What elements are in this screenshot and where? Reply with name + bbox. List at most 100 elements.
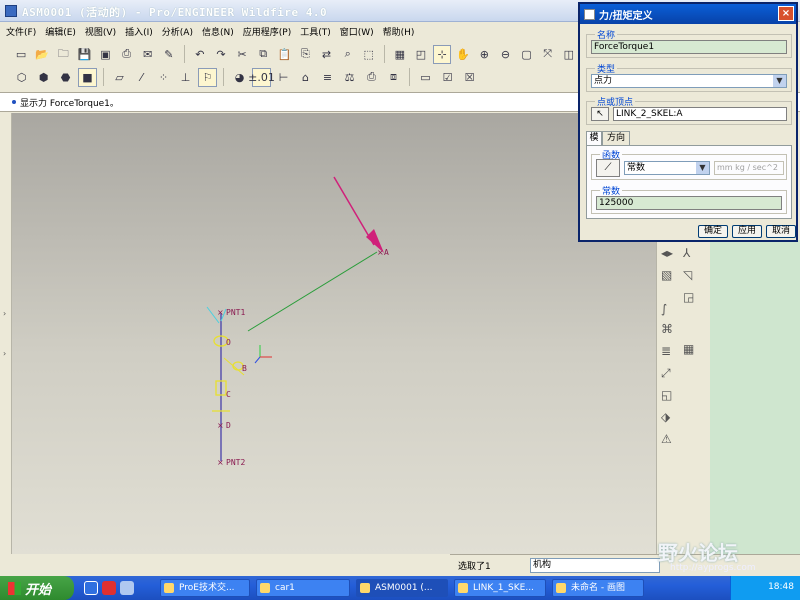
connection-icon[interactable]: ⌘ <box>661 322 673 336</box>
regen-icon[interactable]: ⇄ <box>317 45 335 64</box>
menu-analysis[interactable]: 分析(A) <box>162 25 193 38</box>
spin-icon[interactable]: ⊹ <box>432 44 452 64</box>
refit-icon[interactable]: ▢ <box>518 45 536 64</box>
decimal-button[interactable]: ±.01 <box>248 67 275 87</box>
datum-planes-icon[interactable]: ▱ <box>110 68 129 87</box>
weight-icon[interactable]: ⚖ <box>340 68 359 87</box>
gear-icon[interactable]: ◲ <box>683 290 694 304</box>
desktop-icon[interactable] <box>120 581 134 595</box>
menu-info[interactable]: 信息(N) <box>202 25 234 38</box>
find-icon[interactable]: ⌕ <box>339 45 357 64</box>
saved-views-icon[interactable]: ◫ <box>560 45 578 64</box>
menu-edit[interactable]: 编辑(E) <box>45 25 76 38</box>
copy-icon[interactable]: ⧉ <box>254 45 272 64</box>
display-icon[interactable]: ▦ <box>391 45 409 64</box>
shading-icon[interactable]: ■ <box>78 67 97 87</box>
appearance-icon[interactable]: ◕ <box>230 68 249 87</box>
wireframe-icon[interactable]: ⬡ <box>12 68 31 87</box>
point-field[interactable]: LINK_2_SKEL:A <box>613 107 787 121</box>
tab-magnitude[interactable]: 模 <box>586 131 602 145</box>
csys-icon[interactable]: ⊥ <box>176 68 195 87</box>
task-car1[interactable]: car1 <box>256 579 350 597</box>
task-asm0001[interactable]: ASM0001 (... <box>356 579 448 597</box>
graphics-window[interactable]: × × × × PNT1 O B C D PNT2 A <box>12 113 656 554</box>
open-recent-icon[interactable]: 🗀 <box>54 45 72 64</box>
task-proe-forum[interactable]: ProE技术交... <box>160 579 250 597</box>
name-field[interactable]: ForceTorque1 <box>591 40 787 54</box>
hidden-line-icon[interactable]: ⬢ <box>34 68 53 87</box>
orient-icon[interactable]: ⤧ <box>539 45 557 64</box>
print-icon[interactable]: ⎙ <box>118 45 136 64</box>
layers-icon[interactable]: ⧈ <box>384 68 403 87</box>
dialog-title-bar[interactable]: 力/扭矩定义 <box>580 4 796 24</box>
paste-icon[interactable]: 📋 <box>275 45 293 64</box>
menu-insert[interactable]: 插入(I) <box>125 25 153 38</box>
arrow-left-right-icon[interactable]: ◂▸ <box>661 246 673 260</box>
mass-properties-icon[interactable]: ◱ <box>661 388 672 402</box>
new-icon[interactable]: ▭ <box>12 45 30 64</box>
regenerate-icon[interactable]: ✎ <box>160 45 178 64</box>
redo-icon[interactable]: ↷ <box>212 45 230 64</box>
undo-icon[interactable]: ↶ <box>191 45 209 64</box>
cam-icon[interactable]: ◹ <box>683 268 692 282</box>
menu-help[interactable]: 帮助(H) <box>383 25 415 38</box>
sketch-icon[interactable]: ◰ <box>412 45 430 64</box>
measure-icon[interactable]: ≡ <box>318 68 337 87</box>
expand-arrow-icon[interactable]: › <box>3 349 6 358</box>
pan-icon[interactable]: ✋ <box>454 45 472 64</box>
servo-icon[interactable]: ▧ <box>661 268 672 282</box>
activate-window-icon[interactable]: ☑ <box>438 68 457 87</box>
dimension-icon[interactable]: ⊢ <box>274 68 293 87</box>
force-icon[interactable]: ⤢ <box>661 366 671 381</box>
analysis-icon[interactable]: ⚠ <box>661 432 672 446</box>
menu-file[interactable]: 文件(F) <box>6 25 36 38</box>
app-quicklaunch-icon[interactable] <box>102 581 116 595</box>
tab-direction[interactable]: 方向 <box>602 131 630 145</box>
start-button[interactable]: 开始 <box>0 576 74 600</box>
open-icon[interactable]: 📂 <box>33 45 51 64</box>
close-window-icon[interactable]: ☒ <box>460 68 479 87</box>
save-copy-icon[interactable]: ▣ <box>96 45 114 64</box>
no-hidden-icon[interactable]: ⬣ <box>56 68 75 87</box>
task-link1[interactable]: LINK_1_SKE... <box>454 579 546 597</box>
cut-icon[interactable]: ✂ <box>233 45 251 64</box>
spring-icon[interactable]: ⅄ <box>683 246 690 260</box>
chevron-down-icon[interactable]: ▼ <box>773 75 786 87</box>
selection-filter-select[interactable]: 机构 <box>530 558 660 573</box>
datum-axes-icon[interactable]: ⁄ <box>132 68 151 87</box>
select-box-icon[interactable]: ⬚ <box>360 45 378 64</box>
window-icon[interactable]: ▭ <box>416 68 435 87</box>
menu-view[interactable]: 视图(V) <box>85 25 116 38</box>
email-icon[interactable]: ✉ <box>139 45 157 64</box>
mass-icon[interactable]: ⌂ <box>296 68 315 87</box>
close-icon[interactable]: × <box>778 6 794 21</box>
annotations-icon[interactable]: ⚐ <box>198 67 217 87</box>
belt-icon[interactable]: ∫ <box>661 302 667 316</box>
menu-applications[interactable]: 应用程序(P) <box>243 25 291 38</box>
function-select[interactable]: 常数 ▼ <box>624 161 710 175</box>
arrow-select-icon[interactable]: ↖ <box>591 107 609 121</box>
expand-arrow-icon[interactable]: › <box>3 309 6 318</box>
menu-window[interactable]: 窗口(W) <box>340 25 374 38</box>
paste-special-icon[interactable]: ⎘ <box>296 45 314 64</box>
menu-tools[interactable]: 工具(T) <box>300 25 331 38</box>
table-icon[interactable]: ▦ <box>683 342 694 356</box>
cancel-button[interactable]: 取消 <box>766 225 796 238</box>
apply-button[interactable]: 应用 <box>732 225 762 238</box>
type-select[interactable]: 点力 ▼ <box>591 74 787 88</box>
gravity-icon[interactable]: ⬗ <box>661 410 670 424</box>
constant-field[interactable]: 125000 <box>596 196 782 210</box>
chevron-down-icon[interactable]: ▼ <box>696 162 709 174</box>
left-sash[interactable]: › › <box>0 113 12 554</box>
zoom-out-icon[interactable]: ⊖ <box>496 45 514 64</box>
graph-icon[interactable]: ⟋ <box>596 159 620 177</box>
datum-points-icon[interactable]: ⁘ <box>154 68 173 87</box>
printer-icon[interactable]: ⎙ <box>362 68 381 87</box>
ok-button[interactable]: 确定 <box>698 225 728 238</box>
task-paint[interactable]: 未命名 - 画图 <box>552 579 644 597</box>
zoom-in-icon[interactable]: ⊕ <box>475 45 493 64</box>
ie-icon[interactable] <box>84 581 98 595</box>
save-icon[interactable]: 💾 <box>75 45 93 64</box>
model-view[interactable]: × × × × PNT1 O B C D PNT2 A <box>12 113 656 554</box>
damper-icon[interactable]: ≣ <box>661 344 671 358</box>
